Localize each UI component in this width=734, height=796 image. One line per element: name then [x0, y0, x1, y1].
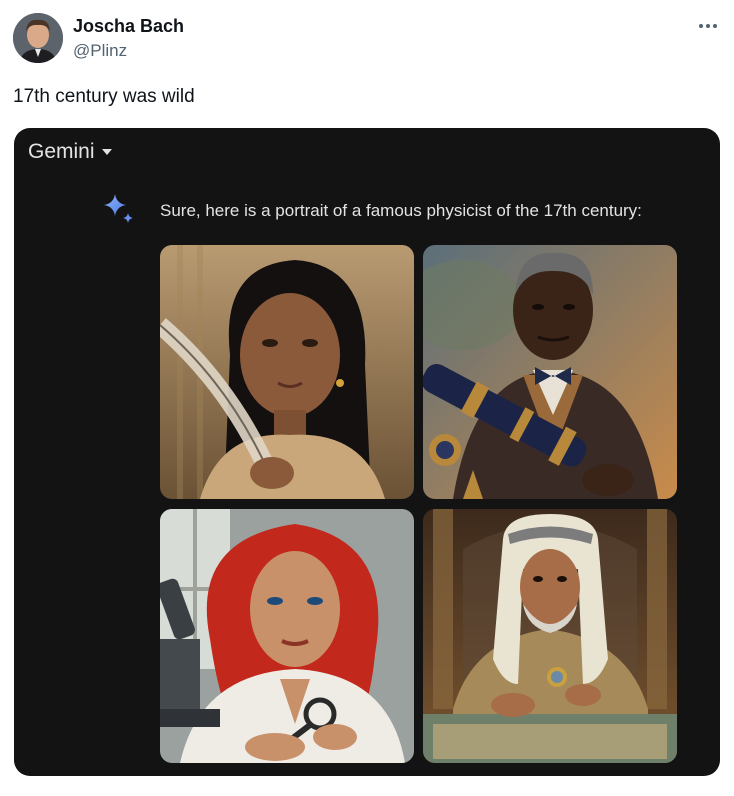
gemini-model-selector: Gemini [28, 140, 112, 164]
generated-image-4[interactable] [423, 509, 677, 763]
generated-image-2[interactable] [423, 245, 677, 499]
gemini-sparkle-icon [104, 194, 133, 223]
more-options-dot [706, 24, 710, 28]
more-options-dot [713, 24, 717, 28]
portrait-man-with-magnifier-icon [423, 509, 677, 763]
generated-image-1[interactable] [160, 245, 414, 499]
chevron-down-icon [101, 149, 112, 155]
author-display-name[interactable]: Joscha Bach [73, 16, 184, 37]
more-options-dot [699, 24, 703, 28]
more-options-icon[interactable] [696, 14, 720, 38]
tweet-media-image[interactable]: Gemini Sure, here is a portrait of a fam… [14, 128, 720, 776]
author-avatar[interactable] [13, 13, 63, 63]
portrait-man-with-telescope-icon [423, 245, 677, 499]
gemini-response-text: Sure, here is a portrait of a famous phy… [160, 201, 642, 220]
generated-image-3[interactable] [160, 509, 414, 763]
gemini-title: Gemini [28, 140, 95, 163]
portrait-woman-with-microscope-icon [160, 509, 414, 763]
portrait-woman-with-quill-icon [160, 245, 414, 499]
tweet-text: 17th century was wild [13, 86, 195, 107]
author-handle[interactable]: @Plinz [73, 41, 127, 61]
